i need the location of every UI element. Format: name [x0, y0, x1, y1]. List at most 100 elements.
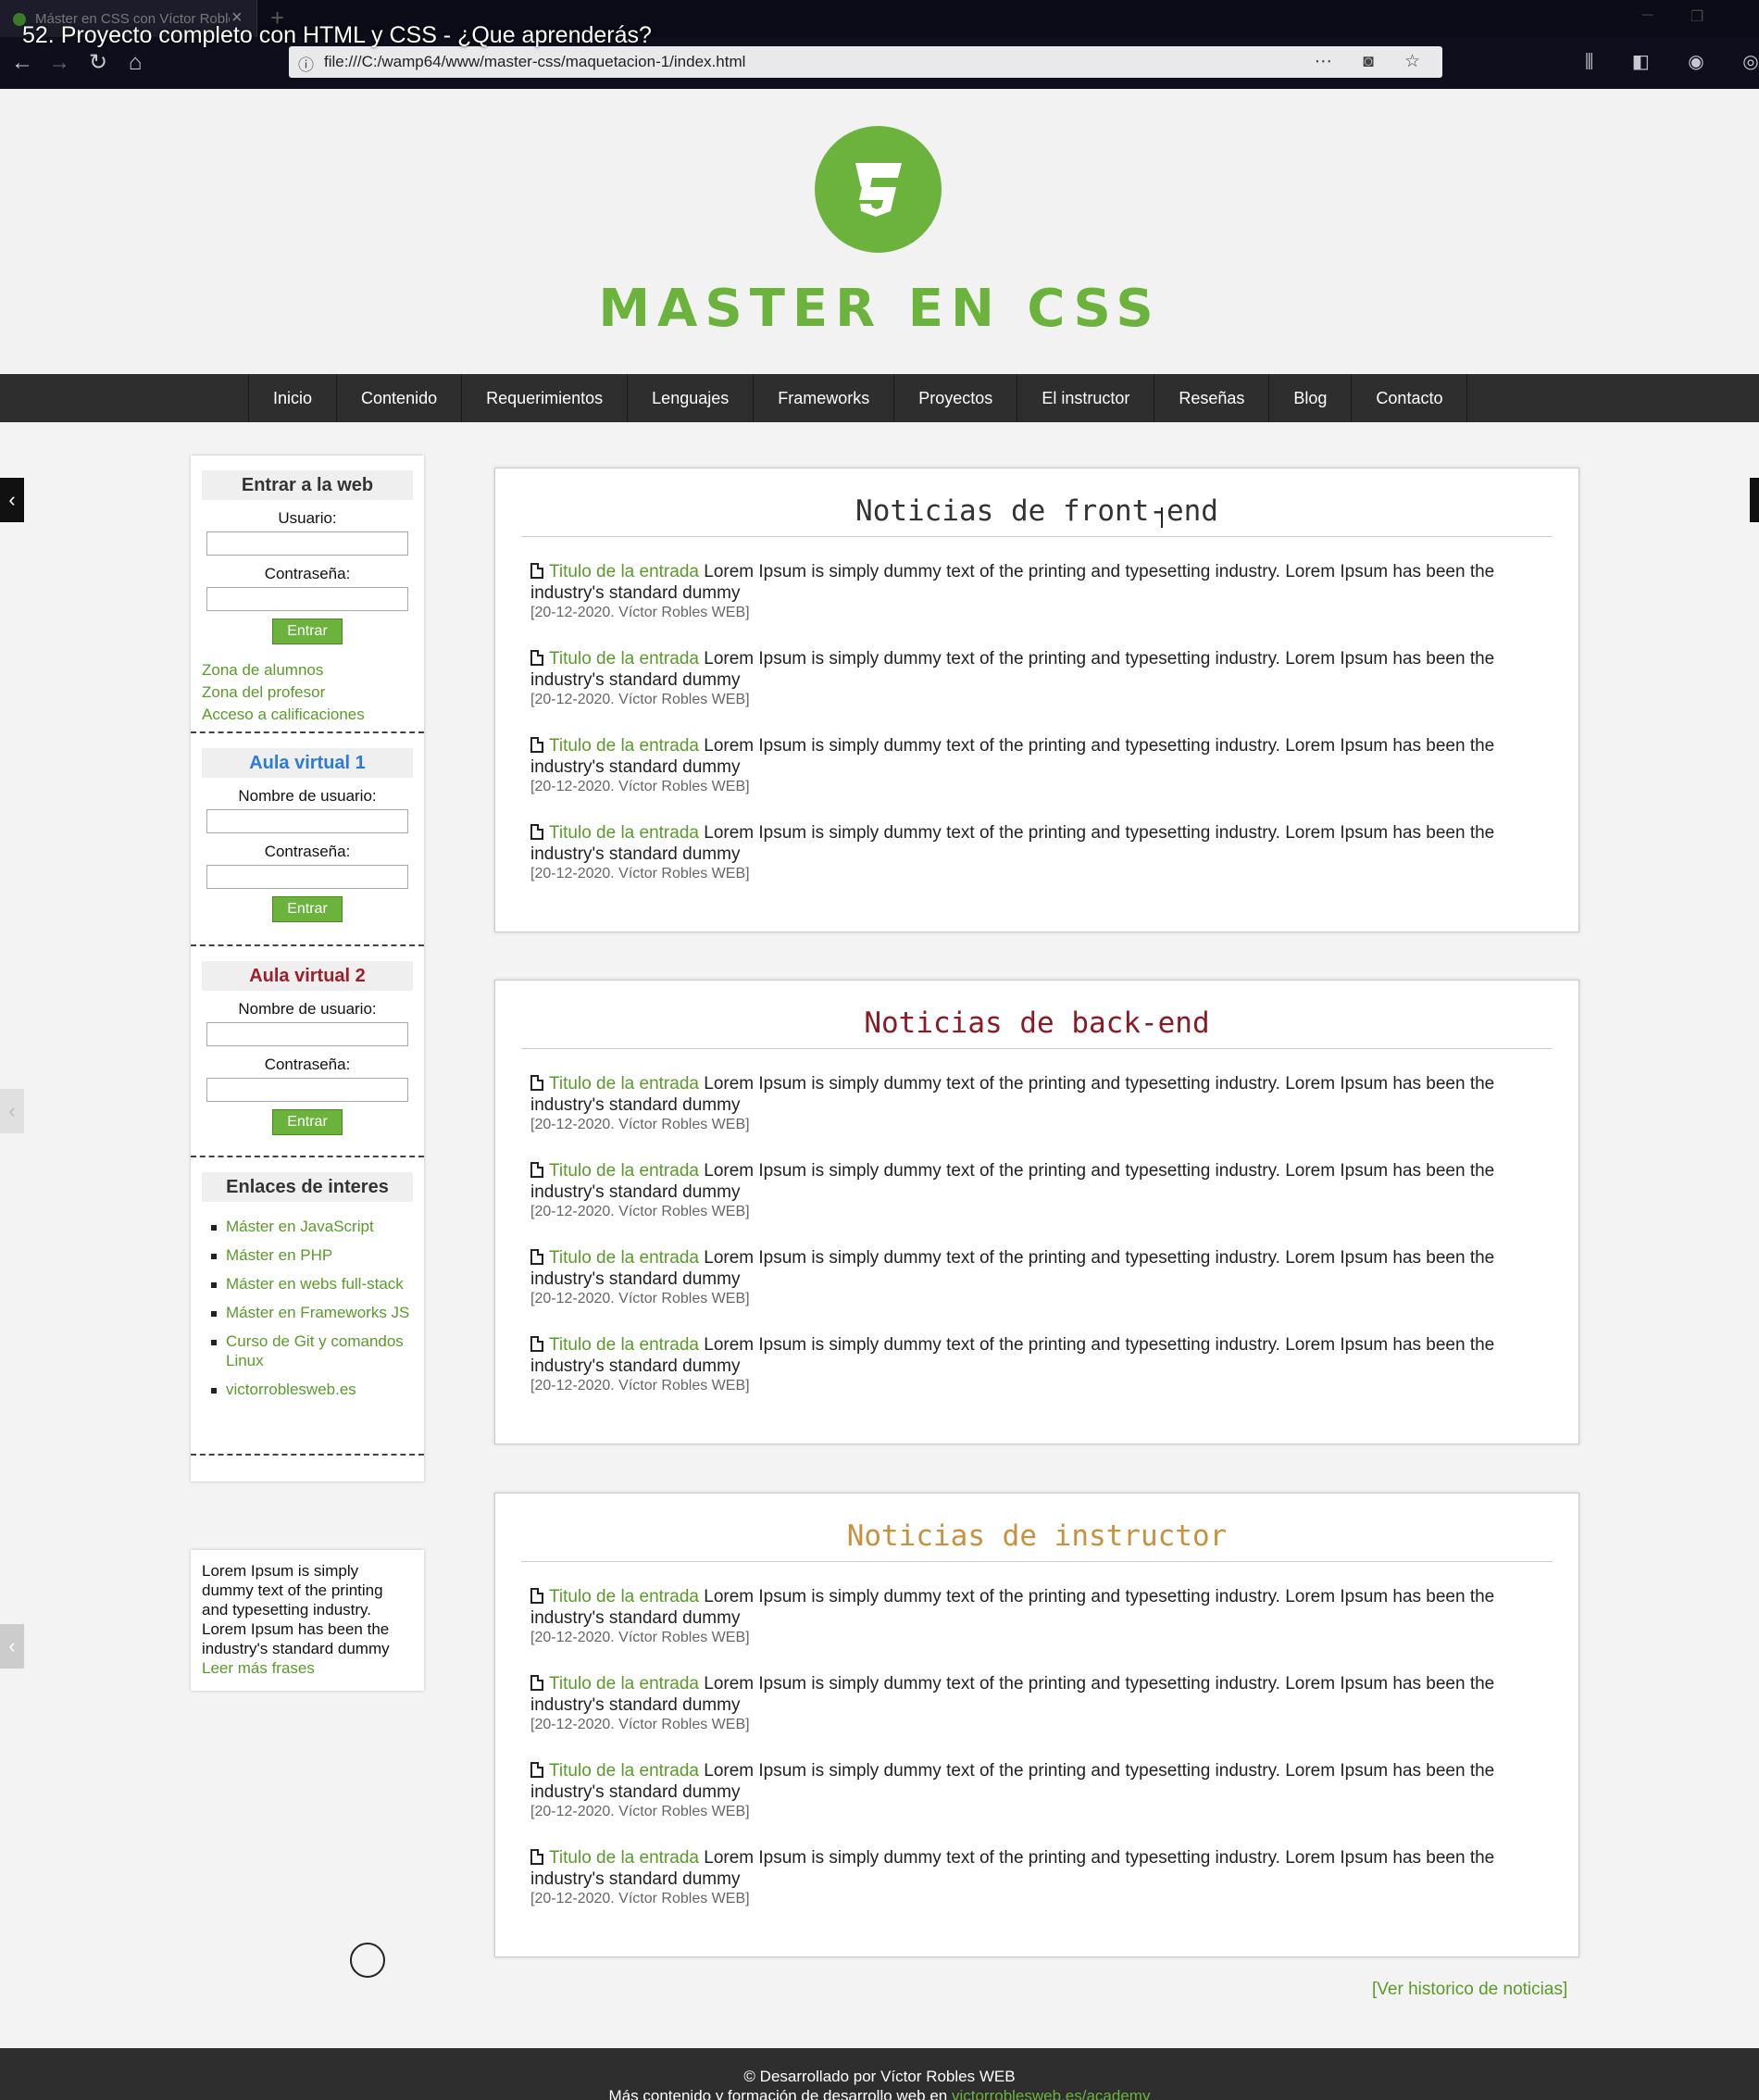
divider [191, 1156, 424, 1157]
nav-item-blog[interactable]: Blog [1269, 374, 1353, 422]
link-zona-profesor[interactable]: Zona del profesor [202, 681, 413, 704]
prev-arrow-faded-icon[interactable]: ‹ [0, 1089, 24, 1133]
news-history-link[interactable]: [Ver historico de noticias] [1372, 1980, 1567, 2000]
interest-link-javascript[interactable]: Máster en JavaScript [211, 1217, 413, 1236]
prev-arrow-lower-icon[interactable]: ‹ [0, 1624, 24, 1669]
entry-link[interactable]: Titulo de la entrada [549, 823, 699, 843]
reload-icon[interactable]: ↻ [83, 48, 113, 78]
entry-meta: [20-12-2020. Víctor Robles WEB] [530, 1378, 750, 1394]
news-item: Titulo de la entrada Lorem Ipsum is simp… [530, 648, 1558, 708]
news-item: Titulo de la entrada Lorem Ipsum is simp… [530, 822, 1558, 882]
interest-link-victorroblesweb[interactable]: victorroblesweb.es [211, 1380, 413, 1399]
home-icon[interactable]: ⌂ [120, 48, 150, 78]
aula2-widget: Aula virtual 2 Nombre de usuario: Contra… [202, 961, 413, 1135]
entry-link[interactable]: Titulo de la entrada [549, 649, 699, 669]
next-arrow-icon[interactable] [1750, 478, 1759, 522]
aula2-password-input[interactable] [206, 1078, 408, 1102]
link-calificaciones[interactable]: Acceso a calificaciones [202, 704, 413, 726]
entry-link[interactable]: Titulo de la entrada [549, 1335, 699, 1355]
video-title: 52. Proyecto completo con HTML y CSS - ¿… [22, 22, 652, 48]
back-icon[interactable]: ← [7, 48, 37, 78]
news-front-title: Noticias de front-end [521, 485, 1553, 537]
entry-meta: [20-12-2020. Víctor Robles WEB] [530, 779, 750, 794]
entry-meta: [20-12-2020. Víctor Robles WEB] [530, 1117, 750, 1132]
entry-link[interactable]: Titulo de la entrada [549, 1161, 699, 1181]
entry-meta: [20-12-2020. Víctor Robles WEB] [530, 866, 750, 881]
login-button[interactable]: Entrar [272, 619, 343, 644]
quote-box: Lorem Ipsum is simply dummy text of the … [191, 1550, 424, 1691]
news-item: Titulo de la entrada Lorem Ipsum is simp… [530, 1160, 1558, 1220]
interest-link-frameworks[interactable]: Máster en Frameworks JS [211, 1303, 413, 1322]
minimize-icon[interactable]: ─ [1642, 7, 1653, 24]
quote-text: Lorem Ipsum is simply dummy text of the … [202, 1562, 390, 1657]
entry-meta: [20-12-2020. Víctor Robles WEB] [530, 1804, 750, 1819]
interest-title: Enlaces de interes [202, 1172, 413, 1202]
footer-academy-link[interactable]: victorroblesweb.es/academy [952, 2087, 1150, 2100]
forward-icon[interactable]: → [44, 48, 74, 78]
news-item: Titulo de la entrada Lorem Ipsum is simp… [530, 1673, 1558, 1733]
entry-link[interactable]: Titulo de la entrada [549, 1587, 699, 1606]
entry-link[interactable]: Titulo de la entrada [549, 736, 699, 756]
prev-arrow-icon[interactable]: ‹ [0, 478, 24, 522]
nav-item-requerimientos[interactable]: Requerimientos [462, 374, 629, 422]
entry-link[interactable]: Titulo de la entrada [549, 1848, 699, 1868]
aula2-login-button[interactable]: Entrar [272, 1109, 343, 1135]
url-text[interactable]: file:///C:/wamp64/www/master-css/maqueta… [324, 53, 745, 71]
nav-item-proyectos[interactable]: Proyectos [894, 374, 1018, 422]
document-icon [530, 1588, 543, 1604]
aula1-login-button[interactable]: Entrar [272, 896, 343, 922]
nav-item-inicio[interactable]: Inicio [249, 374, 338, 422]
divider [191, 944, 424, 946]
news-instructor-title: Noticias de instructor [521, 1510, 1553, 1562]
nav-item-frameworks[interactable]: Frameworks [754, 374, 895, 422]
login-widget: Entrar a la web Usuario: Contraseña: Ent… [202, 470, 413, 726]
nav-item-contenido[interactable]: Contenido [337, 374, 463, 422]
news-item: Titulo de la entrada Lorem Ipsum is simp… [530, 1760, 1558, 1820]
nav-item-contacto[interactable]: Contacto [1352, 374, 1468, 422]
news-back-end: Noticias de back-end Titulo de la entrad… [494, 980, 1579, 1444]
info-icon[interactable]: ⓘ [298, 52, 314, 75]
user-input[interactable] [206, 531, 408, 556]
nav-item-lenguajes[interactable]: Lenguajes [628, 374, 755, 422]
entry-link[interactable]: Titulo de la entrada [549, 1674, 699, 1694]
scroll-cursor-icon [350, 1943, 385, 1978]
entry-link[interactable]: Titulo de la entrada [549, 562, 699, 581]
page-header: MASTER EN CSS [0, 89, 1759, 374]
entry-link[interactable]: Titulo de la entrada [549, 1248, 699, 1268]
document-icon [530, 1075, 543, 1091]
news-item: Titulo de la entrada Lorem Ipsum is simp… [530, 1847, 1558, 1907]
toolbar-right-icons[interactable]: ⫼ ◧ ◉ ◎ ≡ [1585, 50, 1759, 73]
document-icon [530, 824, 543, 840]
news-item: Titulo de la entrada Lorem Ipsum is simp… [530, 1334, 1558, 1394]
maximize-icon[interactable]: ❐ [1690, 7, 1703, 26]
nav-item-instructor[interactable]: El instructor [1017, 374, 1155, 422]
interest-link-php[interactable]: Máster en PHP [211, 1245, 413, 1265]
quote-more-link[interactable]: Leer más frases [202, 1659, 315, 1677]
aula1-password-input[interactable] [206, 865, 408, 889]
aula2-user-input[interactable] [206, 1022, 408, 1046]
entry-link[interactable]: Titulo de la entrada [549, 1761, 699, 1781]
document-icon [530, 737, 543, 753]
aula2-password-label: Contraseña: [264, 1056, 351, 1073]
footer-credit: © Desarrollado por Víctor Robles WEB [743, 2068, 1016, 2085]
url-bar[interactable]: ⓘ file:///C:/wamp64/www/master-css/maque… [289, 46, 1442, 78]
news-item: Titulo de la entrada Lorem Ipsum is simp… [530, 1073, 1558, 1133]
page-actions-icons[interactable]: ⋯ ◙ ☆ [1315, 51, 1433, 72]
css3-logo-icon [815, 126, 942, 253]
user-label: Usuario: [278, 509, 337, 527]
document-icon [530, 563, 543, 579]
password-input[interactable] [206, 587, 408, 611]
news-item: Titulo de la entrada Lorem Ipsum is simp… [530, 561, 1558, 621]
interest-link-fullstack[interactable]: Máster en webs full-stack [211, 1274, 413, 1294]
document-icon [530, 1849, 543, 1865]
entry-link[interactable]: Titulo de la entrada [549, 1074, 699, 1094]
divider [191, 731, 424, 733]
interest-link-git[interactable]: Curso de Git y comandos Linux [211, 1331, 413, 1370]
document-icon [530, 1162, 543, 1178]
nav-item-resenas[interactable]: Reseñas [1154, 374, 1270, 422]
aula1-user-input[interactable] [206, 809, 408, 833]
link-zona-alumnos[interactable]: Zona de alumnos [202, 659, 413, 681]
news-front-end: Noticias de front-end Titulo de la entra… [494, 468, 1579, 932]
text-cursor-icon [1161, 507, 1163, 528]
page-footer: © Desarrollado por Víctor Robles WEB Más… [0, 2048, 1759, 2100]
